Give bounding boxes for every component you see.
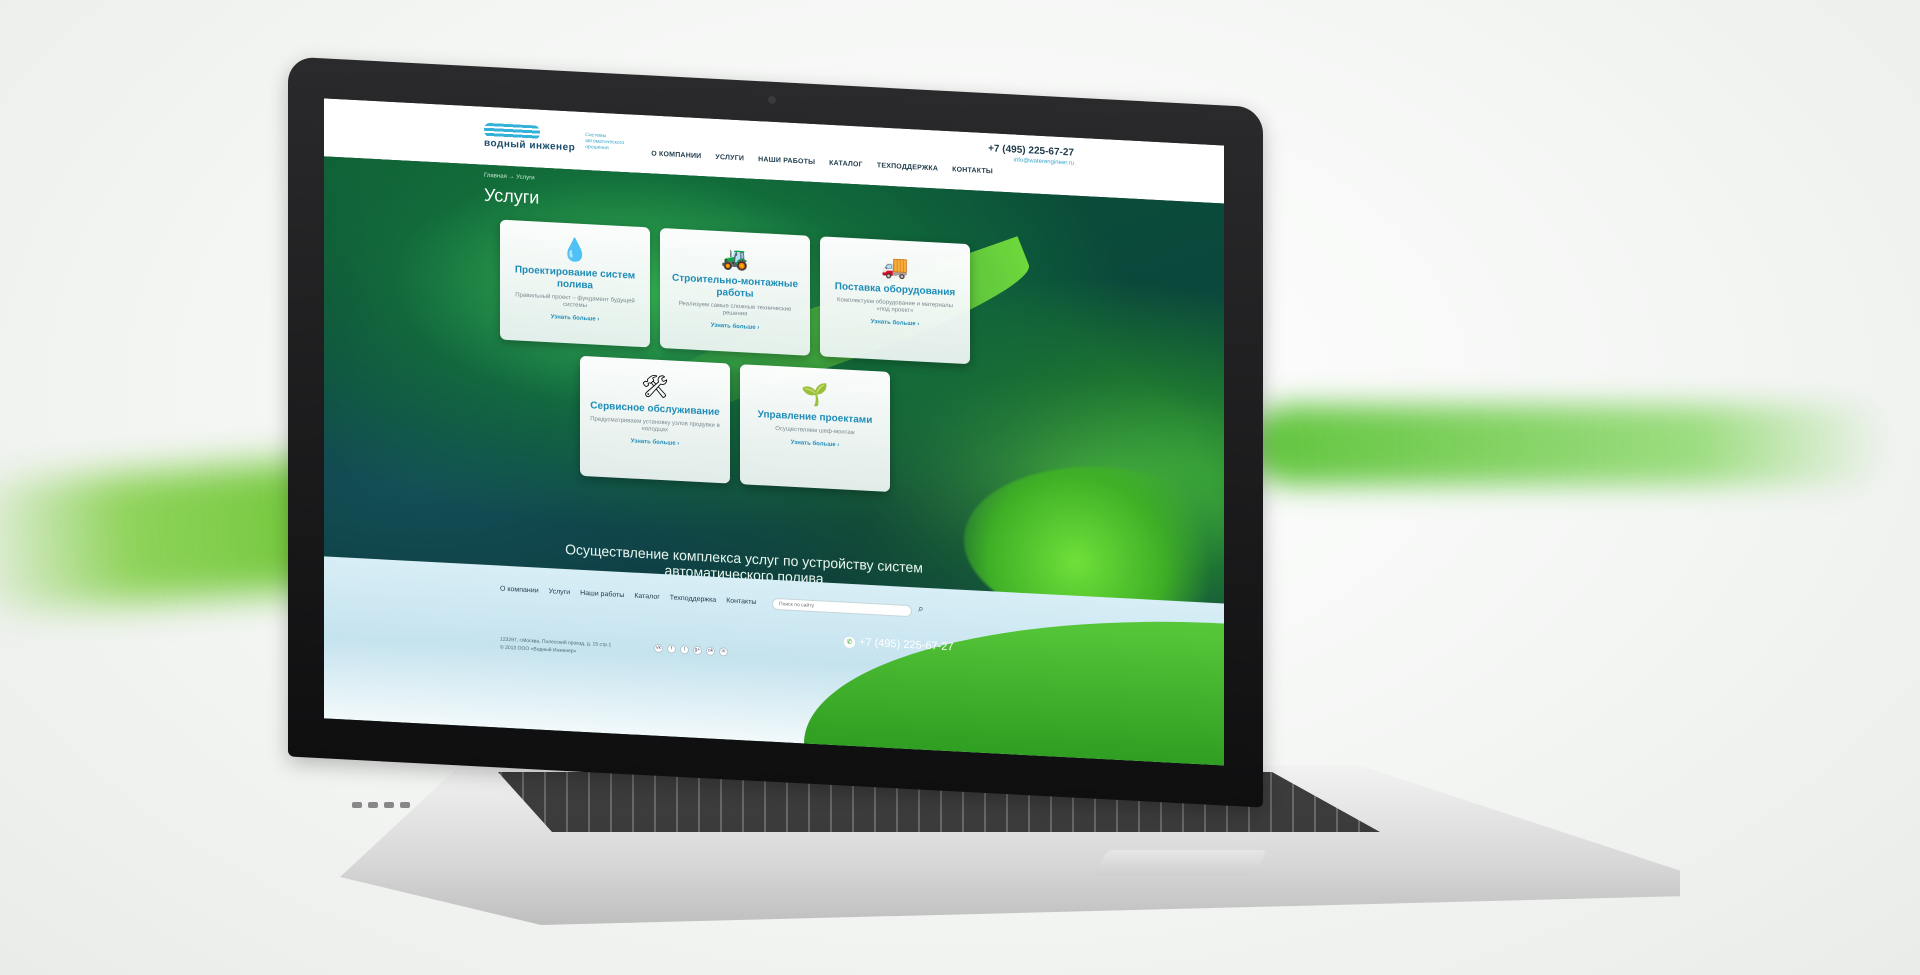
service-card-management[interactable]: 🌱 Управление проектами Осуществляем шеф-…: [740, 364, 890, 493]
footer-green-shape: [804, 601, 1224, 766]
card-title[interactable]: Строительно-монтажные работы: [670, 272, 800, 303]
linkedin-icon[interactable]: in: [719, 647, 728, 657]
search-input[interactable]: [772, 597, 912, 618]
logo-tagline: Системы автоматического орошения: [585, 132, 625, 152]
wrench-screwdriver-icon: 🛠: [641, 372, 669, 400]
background-green-stripe-right: [1250, 405, 1890, 485]
card-title[interactable]: Проектирование систем полива: [510, 264, 640, 295]
facebook-icon[interactable]: f: [667, 644, 676, 654]
logo-mark: водный инженер: [484, 122, 576, 154]
service-card-construction[interactable]: 🚜 Строительно-монтажные работы Реализуем…: [660, 227, 810, 356]
main-nav: О КОМПАНИИ УСЛУГИ НАШИ РАБОТЫ КАТАЛОГ ТЕ…: [651, 150, 993, 175]
hero-section: Главная → Услуги Услуги 💧 Проектирование…: [324, 156, 1224, 635]
footer-phone-number[interactable]: +7 (495) 225-67-27: [859, 636, 953, 653]
footer-nav-catalog[interactable]: Каталог: [634, 593, 659, 601]
footer-phone[interactable]: ✆ +7 (495) 225-67-27: [844, 636, 953, 653]
card-more-link[interactable]: Узнать больше ›: [830, 317, 960, 330]
odnoklassniki-icon[interactable]: ok: [706, 646, 715, 656]
footer-nav: О компании Услуги Наши работы Каталог Те…: [500, 586, 756, 606]
card-more-link[interactable]: Узнать больше ›: [670, 320, 800, 333]
card-desc: Комплектуем оборудование и материалы «по…: [837, 297, 953, 315]
excavator-icon: 🚜: [721, 245, 749, 272]
footer-nav-about[interactable]: О компании: [500, 586, 539, 595]
card-more-link[interactable]: Узнать больше ›: [750, 438, 880, 451]
card-desc: Осуществляем шеф-монтаж: [775, 425, 855, 437]
vk-icon[interactable]: vk: [654, 643, 663, 654]
breadcrumb[interactable]: Главная → Услуги: [484, 173, 535, 182]
card-desc: Реализуем самые сложные технические реше…: [678, 300, 792, 318]
page-title: Услуги: [484, 184, 540, 208]
logo-name: водный инженер: [484, 137, 576, 154]
card-desc: Правильный проект – фундамент будущей си…: [515, 292, 635, 310]
nav-works[interactable]: НАШИ РАБОТЫ: [758, 156, 815, 166]
google-plus-icon[interactable]: g+: [693, 645, 702, 656]
footer-address: 123297, г.Москва, Полесский проезд, д. 1…: [500, 636, 640, 659]
service-card-design[interactable]: 💧 Проектирование систем полива Правильны…: [500, 219, 650, 348]
service-card-service[interactable]: 🛠 Сервисное обслуживание Предусматриваем…: [580, 355, 730, 484]
nav-contacts[interactable]: КОНТАКТЫ: [952, 166, 993, 175]
site-logo[interactable]: водный инженер Системы автоматического о…: [484, 122, 627, 157]
laptop-trackpad: [1092, 850, 1268, 876]
nav-catalog[interactable]: КАТАЛОГ: [829, 159, 863, 168]
water-drop-icon: 💧: [561, 236, 589, 264]
header-contacts: +7 (495) 225-67-27 info@waterengineer.ru: [988, 143, 1074, 167]
laptop-ports: [352, 802, 410, 808]
laptop-lid: водный инженер Системы автоматического о…: [288, 56, 1263, 808]
footer-nav-services[interactable]: Услуги: [549, 588, 571, 596]
footer-nav-contacts[interactable]: Контакты: [726, 597, 756, 606]
card-more-link[interactable]: Узнать больше ›: [510, 312, 640, 325]
waves-icon: [484, 122, 540, 140]
search-icon[interactable]: ⌕: [918, 603, 924, 614]
footer-nav-works[interactable]: Наши работы: [580, 590, 624, 599]
service-card-supply[interactable]: 🚚 Поставка оборудования Комплектуем обор…: [820, 236, 970, 365]
phone-icon: ✆: [844, 636, 855, 648]
nav-support[interactable]: ТЕХПОДДЕРЖКА: [877, 162, 938, 172]
nav-services[interactable]: УСЛУГИ: [715, 153, 744, 162]
laptop-screen: водный инженер Системы автоматического о…: [324, 98, 1224, 766]
sprinkler-icon: 🌱: [801, 381, 829, 408]
card-desc: Предусматриваем установку узлов продувки…: [590, 416, 720, 434]
footer-nav-support[interactable]: Техподдержка: [670, 594, 716, 603]
truck-icon: 🚚: [881, 253, 909, 280]
camera-icon: [768, 95, 776, 105]
nav-about[interactable]: О КОМПАНИИ: [651, 150, 701, 160]
card-more-link[interactable]: Узнать больше ›: [590, 436, 720, 449]
twitter-icon[interactable]: t: [680, 644, 689, 655]
social-links: vk f t g+ ok in: [654, 643, 728, 657]
